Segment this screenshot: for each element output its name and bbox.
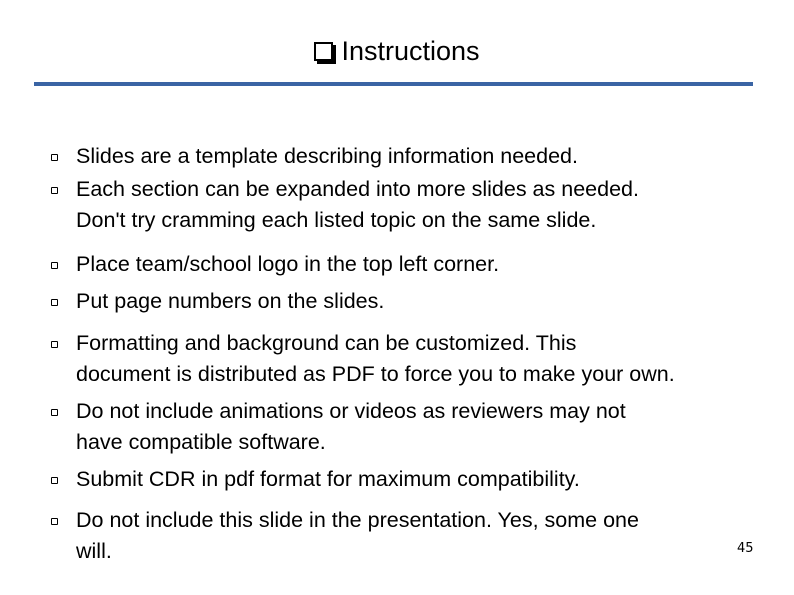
square-bullet-icon: [51, 477, 58, 484]
square-bullet-icon: [51, 154, 58, 161]
list-item-text: Do not include this slide in the present…: [76, 508, 639, 532]
square-bullet-icon: [51, 341, 58, 348]
square-bullet-icon: [51, 299, 58, 306]
list-item-text: document is distributed as PDF to force …: [76, 362, 675, 386]
list-item-text: Place team/school logo in the top left c…: [76, 252, 500, 276]
list-item-text: Formatting and background can be customi…: [76, 331, 577, 355]
list-item-text: Put page numbers on the slides.: [76, 289, 385, 313]
list-item: Formatting and background can be customi…: [51, 328, 766, 390]
page-number: 45: [737, 541, 754, 556]
list-item-text: have compatible software.: [76, 430, 326, 454]
list-item-text: Each section can be expanded into more s…: [76, 177, 639, 201]
slide-title-text: Instructions: [341, 36, 480, 66]
list-item: Do not include this slide in the present…: [51, 505, 766, 567]
list-item: Do not include animations or videos as r…: [51, 396, 766, 458]
list-item: Place team/school logo in the top left c…: [51, 249, 766, 280]
slide-title: Instructions: [0, 34, 794, 68]
title-underline-divider: [34, 82, 753, 86]
list-item-text: Do not include animations or videos as r…: [76, 399, 626, 423]
slide: Instructions Slides are a template descr…: [0, 0, 794, 595]
list-item-text: will.: [76, 539, 112, 563]
list-item-text: Don't try cramming each listed topic on …: [76, 208, 597, 232]
list-item: Slides are a template describing informa…: [51, 141, 766, 172]
square-bullet-icon: [51, 409, 58, 416]
list-item-text: Submit CDR in pdf format for maximum com…: [76, 467, 580, 491]
list-item-text: Slides are a template describing informa…: [76, 144, 578, 168]
list-item: Put page numbers on the slides.: [51, 286, 766, 317]
square-bullet-icon: [51, 518, 58, 525]
list-item: Submit CDR in pdf format for maximum com…: [51, 464, 766, 495]
square-bullet-icon: [51, 262, 58, 269]
shadowed-square-bullet-icon: [314, 42, 334, 61]
square-bullet-icon: [51, 187, 58, 194]
list-item: Each section can be expanded into more s…: [51, 174, 766, 236]
